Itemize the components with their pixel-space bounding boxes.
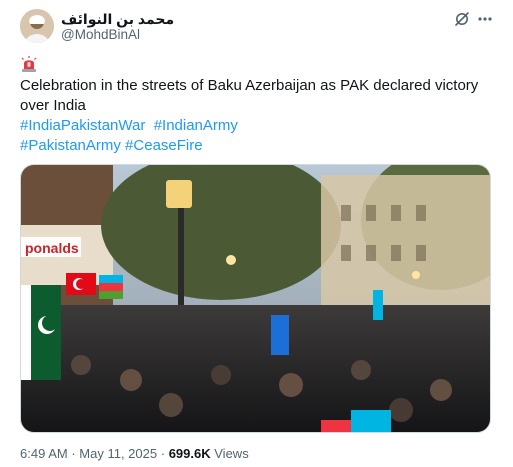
hashtag-link[interactable]: #PakistanArmy [20, 137, 121, 154]
author-handle[interactable]: @MohdBinAl [61, 27, 140, 42]
hashtag-row: #PakistanArmy #CeaseFire [20, 136, 500, 156]
tweet-text-line: Celebration in the streets of Baku Azerb… [20, 77, 479, 94]
hashtag-link[interactable]: #IndianArmy [154, 117, 238, 134]
tweet-time[interactable]: 6:49 AM [20, 446, 68, 461]
more-options-icon[interactable] [477, 11, 493, 27]
author-display-name[interactable]: محمد بن النوائف [61, 11, 174, 28]
views-count: 699.6K [168, 446, 211, 461]
hashtag-row: #IndiaPakistanWar #IndianArmy [20, 116, 500, 136]
tweet-video[interactable]: ponalds [20, 164, 491, 433]
hashtag-link[interactable]: #CeaseFire [125, 137, 203, 154]
rotating-light-icon [20, 55, 38, 73]
tweet-date[interactable]: May 11, 2025 [79, 446, 157, 461]
restaurant-sign-text: ponalds [25, 240, 79, 256]
tweet-card[interactable]: محمد بن النوائف @MohdBinAl Celebration i… [0, 0, 513, 467]
tweet-text-line: over India [20, 97, 86, 114]
hashtag-link[interactable]: #IndiaPakistanWar [20, 117, 145, 134]
tweet-text: Celebration in the streets of Baku Azerb… [20, 76, 500, 156]
grok-icon[interactable] [454, 11, 470, 27]
video-thumbnail-icon: ponalds [21, 165, 490, 432]
views-label: Views [214, 446, 249, 461]
meta-separator: · [160, 446, 166, 461]
author-avatar[interactable] [20, 9, 54, 43]
avatar-image-icon [20, 9, 54, 43]
meta-separator: · [71, 446, 76, 461]
tweet-meta: 6:49 AM · May 11, 2025 · 699.6K Views [20, 446, 249, 461]
